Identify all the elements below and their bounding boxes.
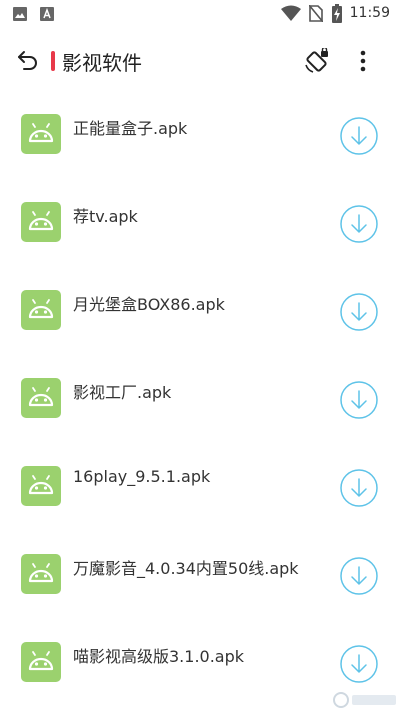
file-name: 正能量盒子.apk [73,119,188,138]
download-button[interactable] [339,116,379,156]
download-button[interactable] [339,380,379,420]
app-bar: 影视软件 [0,28,400,92]
file-name: 万魔影音_4.0.34内置50线.apk [73,559,299,578]
download-button[interactable] [339,468,379,508]
file-name: 喵影视高级版3.1.0.apk [73,647,245,666]
back-arrow-icon[interactable] [16,48,40,72]
download-icon [340,645,378,683]
more-vert-icon[interactable] [350,48,376,74]
download-icon [340,117,378,155]
download-icon [340,381,378,419]
status-bar: 11:59 [0,0,400,28]
title-accent-bar [51,51,55,71]
file-row[interactable]: 荐tv.apk [0,180,400,268]
android-apk-icon [21,114,61,154]
download-icon [340,293,378,331]
file-list: 正能量盒子.apk 荐tv.apk 月光堡盒BOX86.apk 影视工厂.apk 16p… [0,92,400,708]
download-icon [340,205,378,243]
a-icon [40,7,54,21]
android-apk-icon [21,642,61,682]
no-sim-icon [309,5,323,22]
download-icon [340,557,378,595]
download-icon [340,469,378,507]
status-time: 11:59 [349,5,390,21]
android-apk-icon [21,290,61,330]
battery-charging-icon [332,4,342,23]
file-name: 影视工厂.apk [73,383,172,402]
android-apk-icon [21,466,61,506]
download-button[interactable] [339,204,379,244]
image-icon [13,7,27,21]
file-row[interactable]: 正能量盒子.apk [0,92,400,180]
file-row[interactable]: 16play_9.5.1.apk [0,444,400,532]
page-title: 影视软件 [62,51,142,75]
download-button[interactable] [339,556,379,596]
file-name: 荐tv.apk [73,207,138,226]
wifi-icon [281,5,301,21]
screen-rotation-lock-icon[interactable] [304,48,330,74]
android-apk-icon [21,554,61,594]
file-row[interactable]: 月光堡盒BOX86.apk [0,268,400,356]
download-button[interactable] [339,644,379,684]
file-row[interactable]: 影视工厂.apk [0,356,400,444]
file-name: 16play_9.5.1.apk [73,467,211,486]
file-row[interactable]: 万魔影音_4.0.34内置50线.apk [0,532,400,620]
android-apk-icon [21,202,61,242]
android-apk-icon [21,378,61,418]
download-button[interactable] [339,292,379,332]
file-name: 月光堡盒BOX86.apk [73,295,225,314]
watermark-logo [333,692,396,708]
